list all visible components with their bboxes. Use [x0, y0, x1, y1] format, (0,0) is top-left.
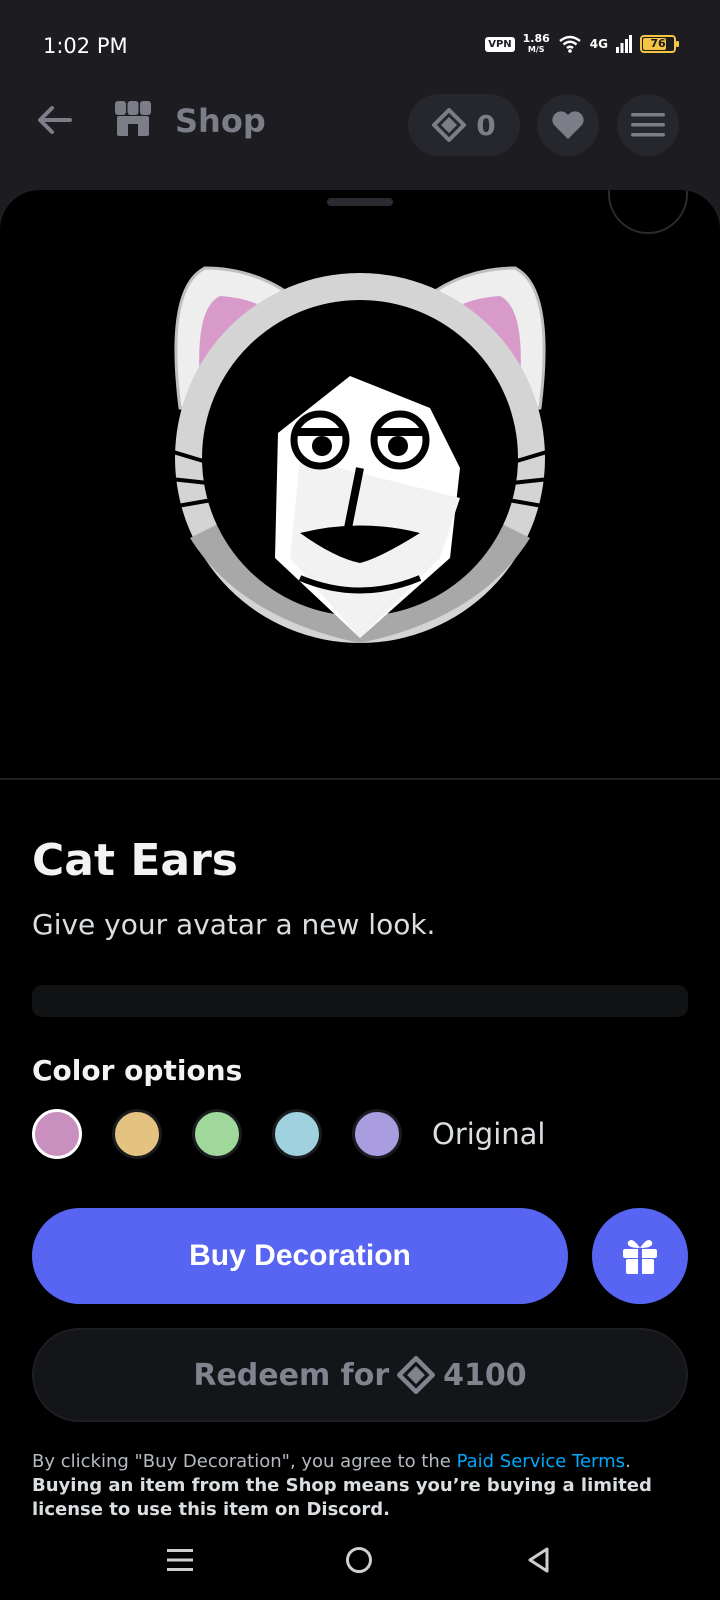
heart-icon — [552, 111, 584, 139]
network-type: 4G — [589, 37, 608, 51]
paid-service-terms-link[interactable]: Paid Service Terms — [457, 1451, 625, 1472]
back-triangle-icon[interactable] — [525, 1546, 553, 1574]
info-banner — [32, 985, 688, 1017]
signal-icon — [616, 35, 632, 53]
buy-decoration-button[interactable]: Buy Decoration — [32, 1208, 568, 1304]
legal-dot: . — [625, 1451, 631, 1472]
hamburger-icon — [631, 113, 665, 137]
home-icon[interactable] — [345, 1546, 373, 1574]
redeem-orbs-button[interactable]: Redeem for 4100 — [32, 1328, 688, 1422]
shop-icon — [115, 101, 151, 136]
speed-unit: M/S — [527, 45, 545, 54]
legal-prefix: By clicking "Buy Decoration", you agree … — [32, 1451, 457, 1472]
menu-button[interactable] — [617, 94, 679, 156]
orb-icon — [397, 1356, 436, 1394]
orbs-balance-button[interactable]: 0 — [408, 94, 520, 156]
color-swatch-row: Original — [32, 1104, 692, 1164]
sheet-drag-handle[interactable] — [327, 198, 393, 206]
status-icons: VPN 1.86 M/S 4G 76 — [485, 33, 679, 55]
legal-text: By clicking "Buy Decoration", you agree … — [32, 1450, 692, 1520]
battery-level: 76 — [650, 37, 666, 50]
avatar-decoration-preview — [160, 266, 560, 643]
color-swatch[interactable] — [272, 1109, 322, 1159]
orbs-count: 0 — [476, 108, 496, 142]
item-detail-sheet: Cat Ears Give your avatar a new look. Co… — [0, 190, 720, 1520]
color-swatch[interactable] — [32, 1109, 82, 1159]
item-description: Give your avatar a new look. — [32, 908, 436, 941]
color-swatch[interactable] — [112, 1109, 162, 1159]
back-arrow-icon[interactable] — [34, 100, 74, 140]
redeem-amount: 4100 — [443, 1357, 527, 1393]
vpn-icon: VPN — [485, 36, 515, 52]
color-swatch[interactable] — [352, 1109, 402, 1159]
legal-license-note: Buying an item from the Shop means you’r… — [32, 1475, 652, 1520]
gift-icon — [623, 1240, 657, 1274]
status-time: 1:02 PM — [43, 34, 128, 58]
page-title: Shop — [175, 102, 266, 140]
close-button[interactable] — [608, 190, 688, 234]
orb-icon — [432, 108, 467, 142]
color-swatch[interactable] — [192, 1109, 242, 1159]
wifi-icon — [559, 35, 581, 53]
wishlist-button[interactable] — [537, 94, 599, 156]
color-options-label: Color options — [32, 1054, 243, 1087]
item-title: Cat Ears — [32, 835, 238, 886]
status-bar: 1:02 PM VPN 1.86 M/S 4G 76 — [0, 0, 720, 80]
system-navigation-bar — [0, 1520, 720, 1600]
gift-button[interactable] — [592, 1208, 688, 1304]
divider — [0, 778, 720, 780]
original-option[interactable]: Original — [432, 1117, 545, 1151]
network-speed: 1.86 M/S — [523, 33, 550, 55]
redeem-label: Redeem for — [193, 1357, 390, 1393]
battery-icon: 76 — [640, 35, 679, 53]
top-navigation: Shop 0 — [0, 80, 720, 190]
recent-apps-icon[interactable] — [166, 1546, 194, 1574]
